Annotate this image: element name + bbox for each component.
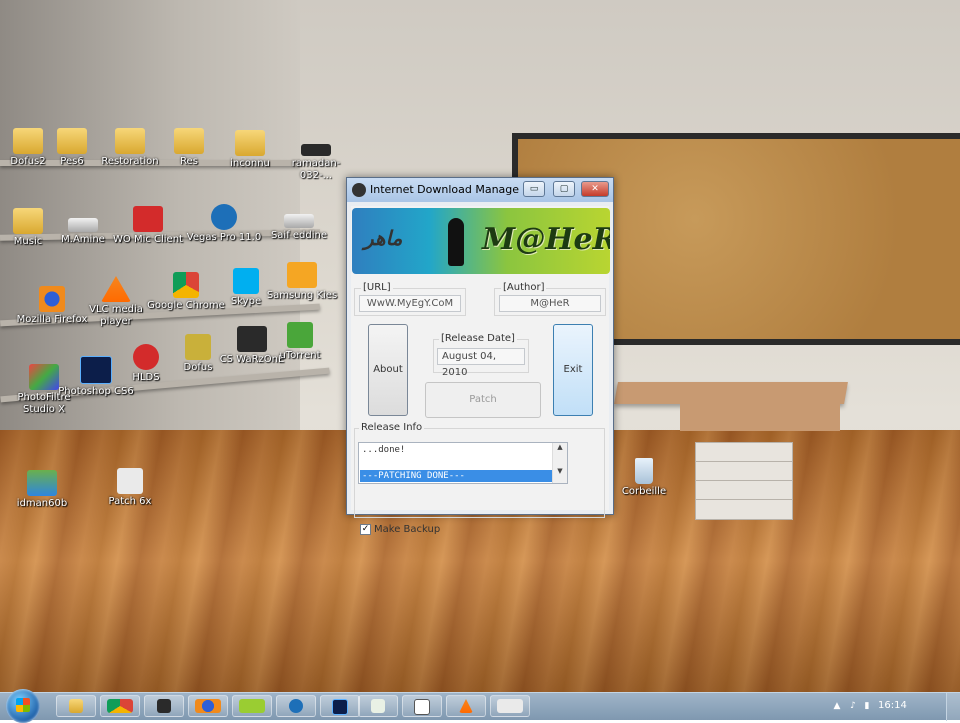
tray-arrow-icon[interactable]: ▲ xyxy=(832,701,842,711)
vlc-icon xyxy=(459,699,473,713)
list-item-selected: ---PATCHING DONE--- xyxy=(360,470,556,482)
release-date-label: [Release Date] xyxy=(439,333,517,344)
author-label: [Author] xyxy=(501,282,547,293)
desktop-icon-photofiltre[interactable]: PhotoFiltre Studio X xyxy=(4,364,84,416)
window-titlebar[interactable]: Internet Download Manager... ▭ ▢ ✕ xyxy=(347,178,613,202)
folder-icon xyxy=(235,130,265,156)
desktop-icon-vegas[interactable]: Vegas Pro 11.0 xyxy=(184,204,264,244)
close-button[interactable]: ✕ xyxy=(581,181,609,197)
hlds-icon xyxy=(133,344,159,370)
alien-icon xyxy=(117,468,143,494)
volume-icon[interactable]: ♪ xyxy=(848,701,858,711)
folder-icon xyxy=(57,128,87,154)
list-item: ...done! xyxy=(362,445,406,455)
chrome-icon xyxy=(173,272,199,298)
drive-icon xyxy=(284,214,314,228)
taskbar-item-window[interactable] xyxy=(402,695,442,717)
taskbar: ▲ ♪ ▮ 16:14 xyxy=(0,689,960,723)
taskbar-item-firefox[interactable] xyxy=(188,695,228,717)
scrollbar[interactable]: ▲ ▼ xyxy=(552,443,567,483)
firefox-icon xyxy=(39,286,65,312)
silhouette-icon xyxy=(448,218,464,266)
dofus-icon xyxy=(185,334,211,360)
desktop-icon-recycle-bin[interactable]: Corbeille xyxy=(604,458,684,498)
taskbar-item-app[interactable] xyxy=(232,695,272,717)
desktop-icon-kies[interactable]: Samsung Kies xyxy=(262,262,342,302)
patch-window: Internet Download Manager... ▭ ▢ ✕ ماهر … xyxy=(346,177,614,535)
mic-icon xyxy=(133,206,163,232)
vegas-icon xyxy=(211,204,237,230)
desktop-icon-utorrent[interactable]: uTorrent xyxy=(260,322,340,362)
idm-icon xyxy=(27,470,57,496)
banner-logo: ماهر M@HeR xyxy=(352,208,610,274)
photoshop-icon xyxy=(332,699,348,715)
app-icon xyxy=(239,699,265,713)
alien-icon xyxy=(352,183,366,197)
recycle-bin-icon xyxy=(635,458,653,484)
desktop-icon-idman[interactable]: idman60b xyxy=(2,470,82,510)
media-icon xyxy=(157,699,171,713)
author-field: M@HeR xyxy=(499,295,601,312)
folder-icon xyxy=(69,699,83,713)
desktop-icon-ramadan[interactable]: ramadan-032-... xyxy=(276,144,356,182)
maximize-button[interactable]: ▢ xyxy=(553,181,575,197)
drawer-unit xyxy=(695,442,793,520)
windows-logo-icon xyxy=(16,698,30,712)
desktop-icon-wo-mic[interactable]: WO Mic Client xyxy=(108,206,188,246)
kies-icon xyxy=(287,262,317,288)
exit-button[interactable]: Exit xyxy=(553,324,593,416)
vegas-icon xyxy=(289,699,303,713)
utorrent-icon xyxy=(287,322,313,348)
taskbar-item-vegas[interactable] xyxy=(276,695,316,717)
make-backup-label: Make Backup xyxy=(374,524,441,535)
release-info-label: Release Info xyxy=(359,422,425,433)
taskbar-item-explorer[interactable] xyxy=(56,695,96,717)
folder-icon xyxy=(115,128,145,154)
make-backup-checkbox[interactable]: ✓ xyxy=(360,524,371,535)
patch-button[interactable]: Patch xyxy=(425,382,541,418)
folder-icon xyxy=(174,128,204,154)
taskbar-item-photoshop[interactable] xyxy=(320,695,360,717)
taskbar-item-chrome[interactable] xyxy=(100,695,140,717)
photofiltre-icon xyxy=(29,364,59,390)
window-title: Internet Download Manager... xyxy=(370,183,520,196)
minimize-button[interactable]: ▭ xyxy=(523,181,545,197)
window-icon xyxy=(414,699,430,715)
chrome-icon xyxy=(107,699,133,713)
url-label: [URL] xyxy=(361,282,393,293)
alien-icon xyxy=(497,699,523,713)
desktop-icon-patch[interactable]: Patch 6x xyxy=(90,468,170,508)
url-field: WwW.MyEgY.CoM xyxy=(359,295,461,312)
network-icon[interactable]: ▮ xyxy=(862,701,872,711)
banner-logo-text: M@HeR xyxy=(482,222,610,257)
drive-icon xyxy=(68,218,98,232)
start-button[interactable] xyxy=(6,689,40,723)
vlc-icon xyxy=(101,276,131,302)
taskbar-item-notepad[interactable] xyxy=(358,695,398,717)
about-button[interactable]: About xyxy=(368,324,408,416)
taskbar-item-vlc[interactable] xyxy=(446,695,486,717)
desktop-icon-saif[interactable]: Saif eddine xyxy=(259,206,339,242)
banner-arabic-text: ماهر xyxy=(364,226,403,250)
taskbar-clock[interactable]: 16:14 xyxy=(878,700,907,711)
release-date-field: August 04, 2010 xyxy=(437,348,525,378)
taskbar-item-media[interactable] xyxy=(144,695,184,717)
show-desktop-button[interactable] xyxy=(946,693,960,721)
taskbar-item-patch[interactable] xyxy=(490,695,530,717)
desktop-icon-vlc[interactable]: VLC media player xyxy=(76,276,156,328)
window-client: ماهر M@HeR [URL] WwW.MyEgY.CoM [Author] … xyxy=(351,206,610,535)
firefox-icon xyxy=(195,699,221,713)
skype-icon xyxy=(233,268,259,294)
file-icon xyxy=(301,144,331,156)
notepad-icon xyxy=(371,699,385,713)
folder-icon xyxy=(13,208,43,234)
release-info-list[interactable]: ...done! ---PATCHING DONE--- ▲ ▼ xyxy=(358,442,568,484)
